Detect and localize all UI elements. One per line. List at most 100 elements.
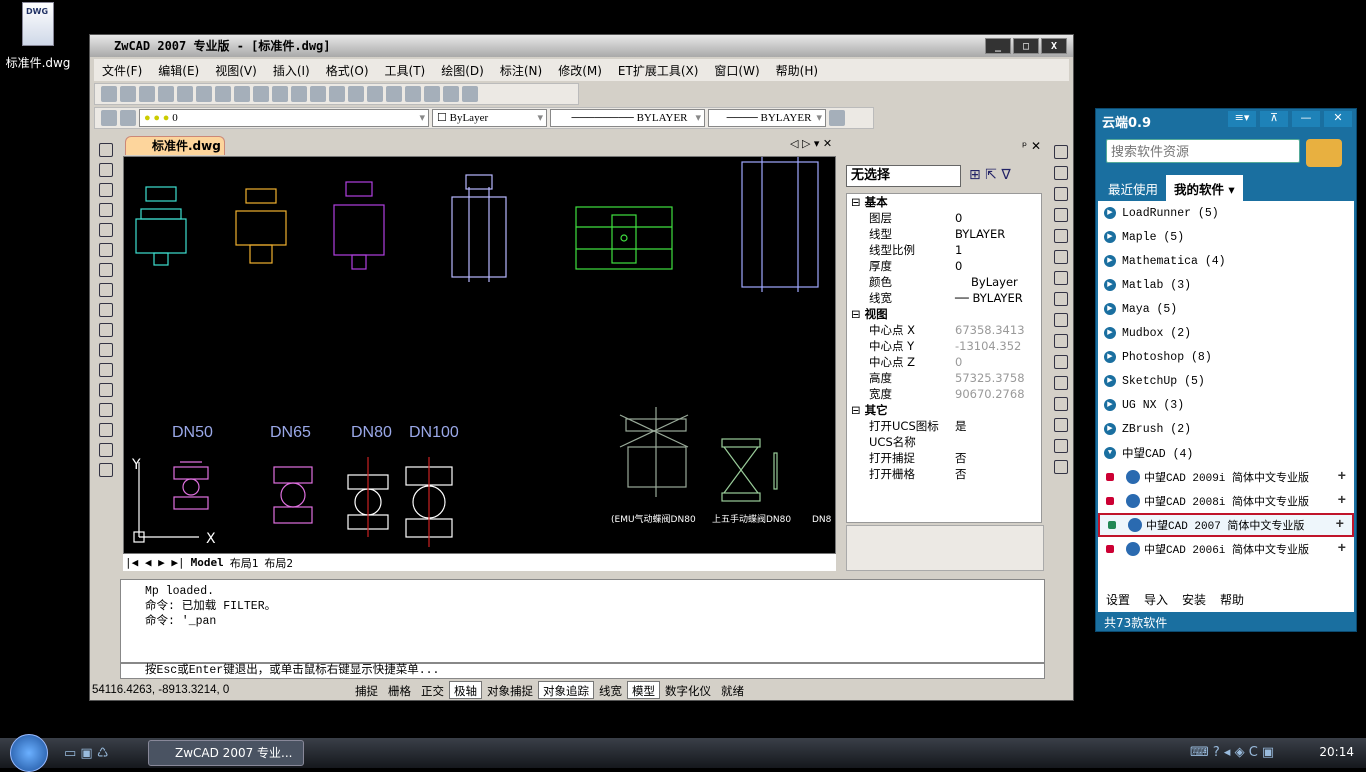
property-row[interactable]: UCS名称: [847, 434, 1041, 450]
match-icon[interactable]: [272, 86, 288, 102]
property-value[interactable]: 0: [955, 210, 1041, 226]
tab-layout2[interactable]: 布局2: [264, 555, 293, 571]
software-group[interactable]: ▶ ZBrush (2): [1098, 417, 1354, 441]
menu-item[interactable]: 窗口(W): [706, 62, 767, 79]
undo-icon[interactable]: [291, 86, 307, 102]
properties-icon[interactable]: [829, 110, 845, 126]
software-group[interactable]: ▼ 中望CAD (4): [1098, 441, 1354, 465]
hatch-icon[interactable]: [99, 403, 113, 417]
status-toggle[interactable]: 模型: [627, 681, 660, 699]
property-value[interactable]: 57325.3758: [955, 370, 1041, 386]
menu-item[interactable]: ET扩展工具(X): [610, 62, 707, 79]
import-button[interactable]: 导入: [1144, 591, 1168, 608]
property-value[interactable]: [955, 434, 1041, 450]
array-icon[interactable]: [1054, 229, 1068, 243]
close-button[interactable]: X: [1041, 38, 1067, 54]
software-group[interactable]: ▶ Mudbox (2): [1098, 321, 1354, 345]
property-category[interactable]: ⊟ 视图: [847, 306, 1041, 322]
spline-icon[interactable]: [99, 283, 113, 297]
settings-button[interactable]: 设置: [1106, 591, 1130, 608]
software-item[interactable]: 中望CAD 2009i 简体中文专业版 +: [1098, 465, 1354, 489]
region-icon[interactable]: [99, 423, 113, 437]
circle-icon[interactable]: [99, 263, 113, 277]
make-block-icon[interactable]: [99, 363, 113, 377]
status-toggle[interactable]: 数字化仪: [660, 681, 716, 699]
menu-item[interactable]: 绘图(D): [433, 62, 492, 79]
color-select[interactable]: ☐ ByLayer: [432, 109, 547, 127]
package-icon[interactable]: [1306, 139, 1342, 167]
help-button[interactable]: 帮助: [1220, 591, 1244, 608]
rotate-icon[interactable]: [1054, 271, 1068, 285]
polyline-3d-icon[interactable]: [99, 183, 113, 197]
collapse-icon[interactable]: ⊟: [847, 402, 861, 418]
join-icon[interactable]: [1054, 397, 1068, 411]
erase-icon[interactable]: [1054, 145, 1068, 159]
trim-icon[interactable]: [1054, 334, 1068, 348]
tray-icons[interactable]: ⌨ ? ◂ ◈ C ▣: [1190, 745, 1274, 760]
add-icon[interactable]: +: [1338, 469, 1346, 485]
layer-select[interactable]: ● ● ● 0: [139, 109, 429, 127]
collapse-icon[interactable]: ⊟: [847, 306, 861, 322]
polygon-icon[interactable]: [99, 203, 113, 217]
taskbar-item-zwcad[interactable]: ZwCAD 2007 专业...: [148, 740, 304, 766]
move-icon[interactable]: [1054, 250, 1068, 264]
status-toggle[interactable]: 对象追踪: [538, 681, 594, 699]
menu-item[interactable]: 插入(I): [265, 62, 318, 79]
software-group[interactable]: ▶ LoadRunner (5): [1098, 201, 1354, 225]
status-toggle[interactable]: 极轴: [449, 681, 482, 699]
tab-my-software[interactable]: 我的软件 ▾: [1166, 175, 1243, 202]
polyline-icon[interactable]: [99, 163, 113, 177]
close-button[interactable]: ✕: [1324, 111, 1352, 127]
minimize-button[interactable]: _: [985, 38, 1011, 54]
layer-state-icon[interactable]: [120, 110, 136, 126]
status-toggle[interactable]: 对象捕捉: [482, 681, 538, 699]
property-row[interactable]: 中心点 Z 0: [847, 354, 1041, 370]
property-category[interactable]: ⊟ 基本: [847, 194, 1041, 210]
property-value[interactable]: 1: [955, 242, 1041, 258]
point-icon[interactable]: [99, 383, 113, 397]
menu-item[interactable]: 格式(O): [318, 62, 377, 79]
mirror-icon[interactable]: [1054, 187, 1068, 201]
print-icon[interactable]: [158, 86, 174, 102]
software-group[interactable]: ▶ Maya (5): [1098, 297, 1354, 321]
software-group[interactable]: ▶ Mathematica (4): [1098, 249, 1354, 273]
tab-model[interactable]: Model: [191, 556, 224, 569]
software-item[interactable]: 中望CAD 2006i 简体中文专业版 +: [1098, 537, 1354, 561]
property-row[interactable]: 颜色 ByLayer: [847, 274, 1041, 290]
line-icon[interactable]: [99, 143, 113, 157]
tool-palette-icon[interactable]: [424, 86, 440, 102]
property-value[interactable]: BYLAYER: [955, 226, 1041, 242]
save-icon[interactable]: [139, 86, 155, 102]
add-icon[interactable]: +: [1336, 517, 1344, 533]
cut-icon[interactable]: [215, 86, 231, 102]
property-value[interactable]: 90670.2768: [955, 386, 1041, 402]
status-toggle[interactable]: 就绪: [716, 681, 749, 699]
arc-icon[interactable]: [99, 243, 113, 257]
property-row[interactable]: 打开栅格 否: [847, 466, 1041, 482]
preview-icon[interactable]: [177, 86, 193, 102]
layer-manager-icon[interactable]: [101, 110, 117, 126]
zoom-previous-icon[interactable]: [386, 86, 402, 102]
status-toggle[interactable]: 栅格: [383, 681, 416, 699]
insert-block-icon[interactable]: [99, 343, 113, 357]
property-value[interactable]: 67358.3413: [955, 322, 1041, 338]
minimize-button[interactable]: —: [1292, 111, 1320, 127]
property-row[interactable]: 中心点 Y -13104.352: [847, 338, 1041, 354]
install-button[interactable]: 安装: [1182, 591, 1206, 608]
linetype-select[interactable]: ──────── BYLAYER: [550, 109, 705, 127]
property-row[interactable]: 线型比例 1: [847, 242, 1041, 258]
ellipse-arc-icon[interactable]: [99, 323, 113, 337]
quick-launch-icons[interactable]: ▭ ▣ ♺: [64, 746, 108, 761]
break-icon[interactable]: [1054, 376, 1068, 390]
ellipse-icon[interactable]: [99, 303, 113, 317]
chamfer-icon[interactable]: [1054, 418, 1068, 432]
doc-nav-controls[interactable]: ◁ ▷ ▾ ✕: [790, 137, 832, 150]
pan-icon[interactable]: [329, 86, 345, 102]
menu-item[interactable]: 视图(V): [207, 62, 265, 79]
scale-icon[interactable]: [1054, 292, 1068, 306]
property-row[interactable]: 打开UCS图标 是: [847, 418, 1041, 434]
command-line[interactable]: 按Esc或Enter键退出，或单击鼠标右键显示快捷菜单...: [120, 663, 1045, 679]
desktop-icon-dwg[interactable]: DWG 标准件.dwg: [4, 2, 72, 71]
text-icon[interactable]: [99, 463, 113, 477]
status-toggle[interactable]: 正交: [416, 681, 449, 699]
